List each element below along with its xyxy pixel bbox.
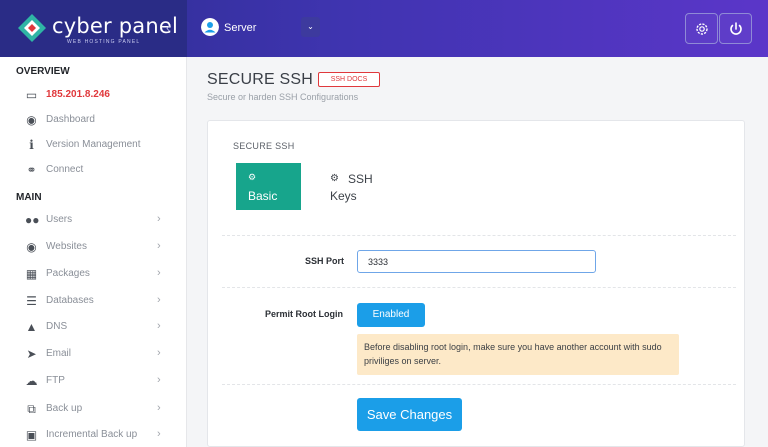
database-icon: ☰ xyxy=(26,294,37,308)
sidebar-item-label: Databases xyxy=(46,295,94,306)
chevron-right-icon: › xyxy=(157,402,161,414)
sidebar-item-databases[interactable]: ☰ Databases › xyxy=(0,290,186,314)
card-title: SECURE SSH xyxy=(233,141,295,151)
sidebar-item-ip[interactable]: ▭ 185.201.8.246 xyxy=(0,84,186,108)
ssh-port-label: SSH Port xyxy=(305,256,345,266)
chevron-right-icon: › xyxy=(157,428,161,440)
sidebar-item-label: Incremental Back up xyxy=(46,429,138,440)
top-bar: cyber panel WEB HOSTING PANEL ‹ Server ⌄ xyxy=(0,0,768,57)
chevron-right-icon: › xyxy=(157,267,161,279)
sidebar-item-email[interactable]: ➤ Email › xyxy=(0,343,186,367)
sidebar-item-dns[interactable]: ▲ DNS › xyxy=(0,316,186,340)
sidebar-item-version-management[interactable]: i Version Management xyxy=(0,134,186,158)
tab-basic[interactable]: ⚙ Basic xyxy=(236,163,301,210)
gears-icon: ⚙ xyxy=(330,173,339,184)
ssh-port-input[interactable] xyxy=(357,250,596,273)
sidebar-item-label: Email xyxy=(46,348,72,359)
root-login-warning: Before disabling root login, make sure y… xyxy=(357,334,679,375)
sidebar-item-backup[interactable]: ⧉ Back up › xyxy=(0,398,186,422)
page-subtitle: Secure or harden SSH Configurations xyxy=(207,92,359,102)
copy-icon: ⧉ xyxy=(27,402,36,416)
chevron-right-icon: › xyxy=(157,240,161,252)
sidebar-item-ftp[interactable]: ☁ FTP › xyxy=(0,370,186,394)
cloud-upload-icon: ☁ xyxy=(25,374,38,388)
sidebar-item-incremental-backup[interactable]: ▣ Incremental Back up › xyxy=(0,424,186,447)
paper-plane-icon: ➤ xyxy=(26,347,37,361)
chevron-right-icon: › xyxy=(157,374,161,386)
sitemap-icon: ▲ xyxy=(25,320,38,334)
divider xyxy=(222,235,736,236)
sidebar-item-label: DNS xyxy=(46,321,68,332)
chevron-right-icon: › xyxy=(157,294,161,306)
chevron-right-icon: › xyxy=(157,347,161,359)
sidebar-item-label: Dashboard xyxy=(46,114,95,125)
sidebar-item-label: Back up xyxy=(46,403,83,414)
brand-name: cyber panel xyxy=(52,14,178,38)
sidebar-section-overview: OVERVIEW xyxy=(16,66,70,77)
sidebar-item-label: Connect xyxy=(46,164,84,175)
divider xyxy=(222,384,736,385)
chevron-down-icon[interactable]: ⌄ xyxy=(301,17,320,37)
sidebar-section-main: MAIN xyxy=(16,192,42,203)
tab-ssh-keys[interactable]: ⚙ SSH Keys xyxy=(320,163,380,210)
sidebar-item-packages[interactable]: ▦ Packages › xyxy=(0,263,186,287)
server-label[interactable]: Server xyxy=(224,22,256,34)
sidebar-item-websites[interactable]: ◉ Websites › xyxy=(0,236,186,260)
sidebar-item-dashboard[interactable]: ◉ Dashboard xyxy=(0,109,186,133)
power-icon xyxy=(730,22,742,35)
sidebar: OVERVIEW ▭ 185.201.8.246 ◉ Dashboard i V… xyxy=(0,57,187,447)
brand[interactable]: cyber panel WEB HOSTING PANEL xyxy=(0,0,187,57)
sidebar-item-label: Users xyxy=(46,214,73,225)
chevron-right-icon: › xyxy=(157,320,161,332)
sidebar-item-connect[interactable]: ⚭ Connect xyxy=(0,159,186,183)
sidebar-item-label: Version Management xyxy=(46,139,141,150)
server-ip: 185.201.8.246 xyxy=(46,89,110,100)
settings-button[interactable] xyxy=(685,13,718,44)
user-avatar-icon xyxy=(201,18,219,36)
page-title: SECURE SSH - xyxy=(207,71,324,88)
chevron-right-icon: › xyxy=(157,213,161,225)
palette-icon: ◉ xyxy=(26,113,37,127)
users-icon: ●● xyxy=(25,213,40,227)
tab-label: Keys xyxy=(330,189,357,203)
brand-tagline: WEB HOSTING PANEL xyxy=(67,39,141,45)
link-icon: ⚭ xyxy=(26,163,37,177)
sidebar-item-label: FTP xyxy=(46,375,65,386)
sidebar-item-label: Packages xyxy=(46,268,90,279)
chevron-left-icon[interactable]: ‹ xyxy=(166,20,170,35)
gear-icon: ⚙ xyxy=(248,172,257,182)
gear-icon xyxy=(696,23,708,35)
permit-root-login-toggle[interactable]: Enabled xyxy=(357,303,425,327)
cyberpanel-logo-icon xyxy=(18,14,46,42)
cubes-icon: ▦ xyxy=(25,267,38,281)
globe-icon: ◉ xyxy=(26,240,37,254)
permit-root-login-label: Permit Root Login xyxy=(265,309,343,319)
tab-label: SSH xyxy=(348,172,373,186)
sidebar-item-label: Websites xyxy=(46,241,87,252)
laptop-icon: ▭ xyxy=(25,88,38,102)
sidebar-item-users[interactable]: ●● Users › xyxy=(0,209,186,233)
save-changes-button[interactable]: Save Changes xyxy=(357,398,462,431)
tab-label: Basic xyxy=(248,189,278,203)
divider xyxy=(222,287,736,288)
power-button[interactable] xyxy=(719,13,752,44)
save-icon: ▣ xyxy=(25,428,38,442)
info-icon: i xyxy=(29,138,34,152)
ssh-docs-link[interactable]: SSH DOCS xyxy=(318,72,380,87)
